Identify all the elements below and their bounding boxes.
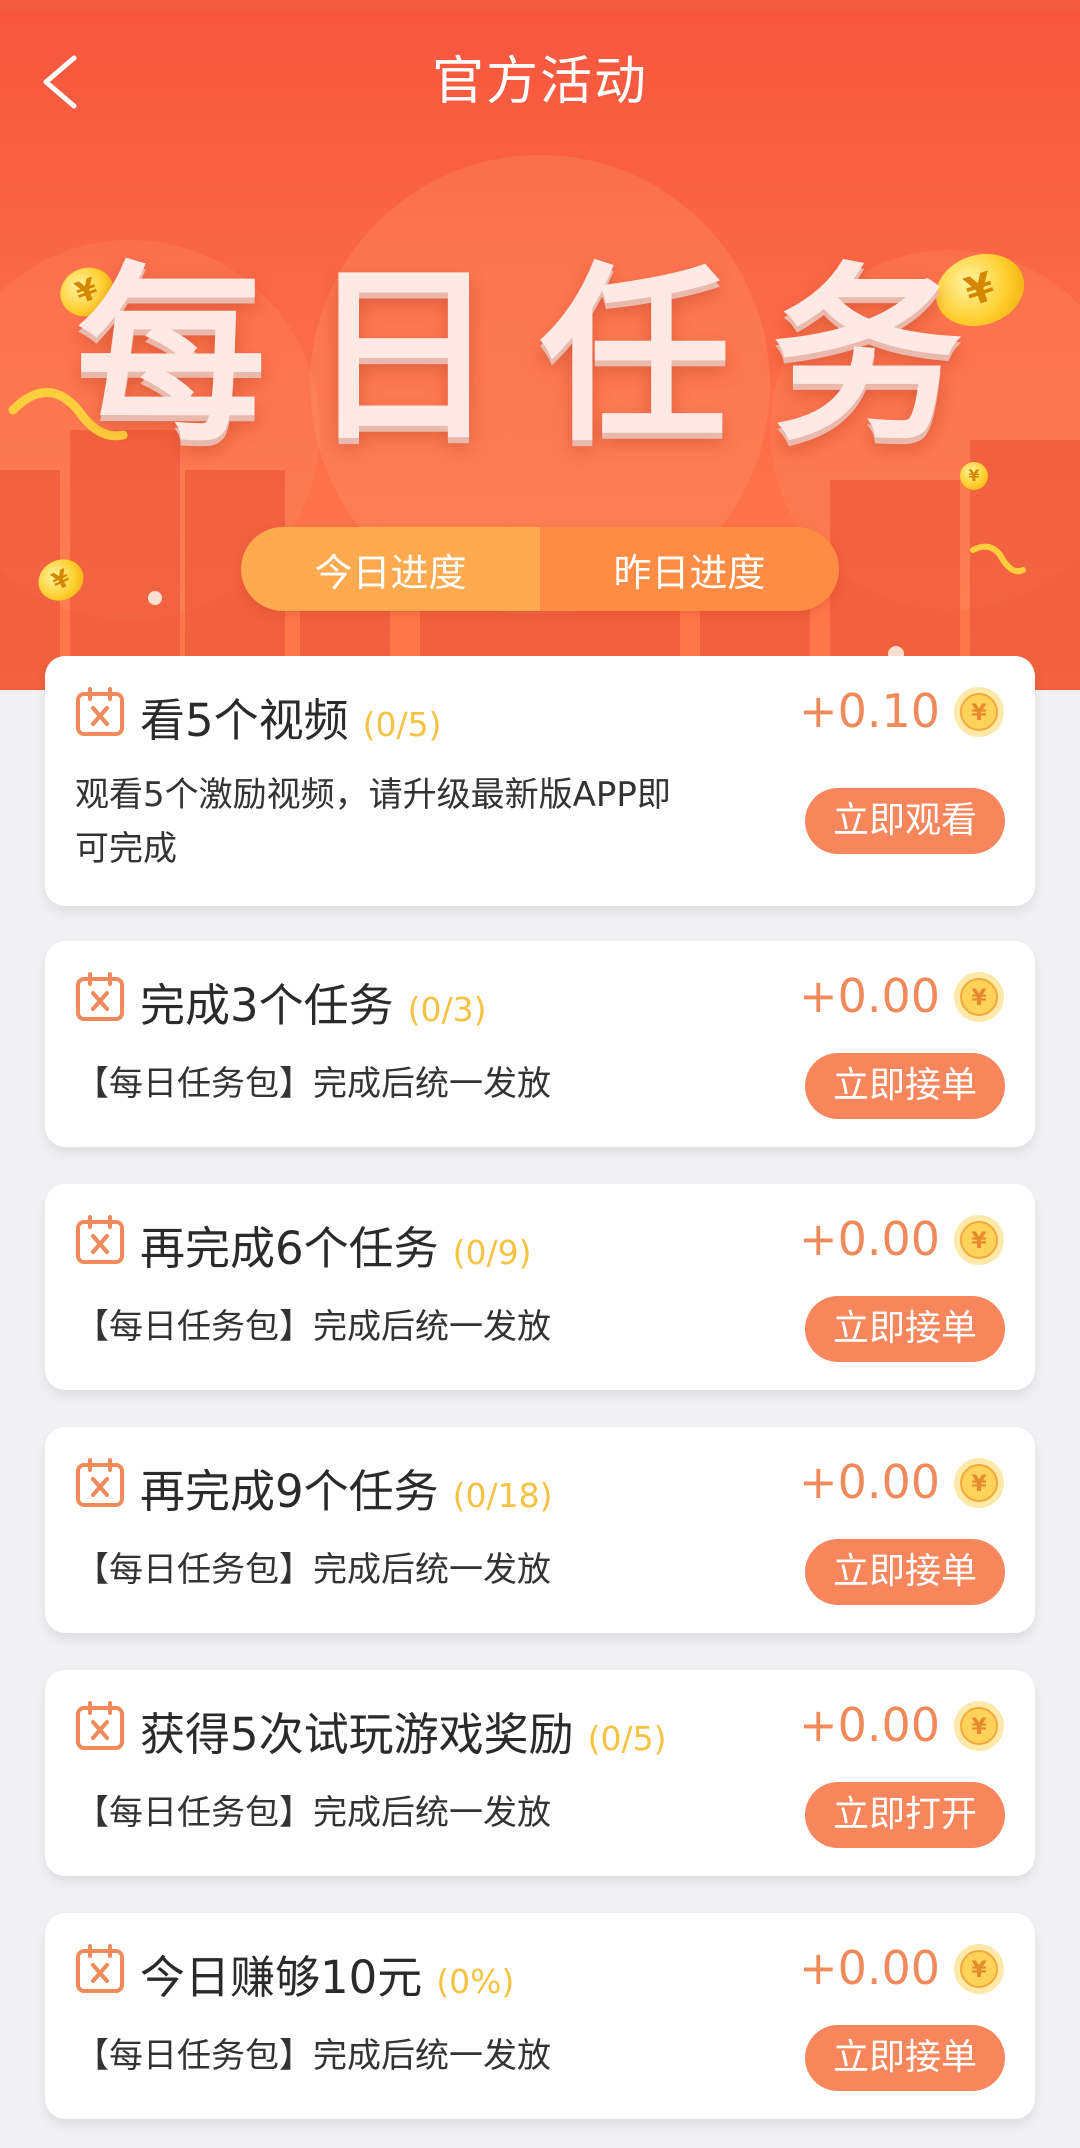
city-building	[70, 430, 180, 690]
task-reward: +0.00	[799, 1698, 940, 1752]
svg-text:¥: ¥	[971, 1229, 987, 1254]
task-description: 【每日任务包】完成后统一发放	[75, 1064, 551, 1104]
task-reward: +0.00	[799, 1941, 940, 1995]
accept-order-button[interactable]: 立即接单	[805, 2025, 1005, 2091]
hero-title: 每日任务	[75, 246, 1004, 467]
task-progress: (0%)	[436, 1962, 515, 2001]
task-name: 看5个视频 (0/5)	[140, 694, 442, 747]
open-now-button[interactable]: 立即打开	[805, 1782, 1005, 1848]
task-card-game-trial: 获得5次试玩游戏奖励 (0/5) +0.00 ¥ 【每日任务包】完成后统一发放 立…	[45, 1670, 1035, 1876]
svg-text:¥: ¥	[971, 701, 987, 726]
ribbon-decoration-icon	[970, 543, 1026, 575]
task-description: 【每日任务包】完成后统一发放	[75, 1550, 551, 1590]
task-card-complete-6: 再完成6个任务 (0/9) +0.00 ¥ 【每日任务包】完成后统一发放 立即接单	[45, 1184, 1035, 1390]
task-reward: +0.10	[799, 684, 940, 738]
task-card-complete-3: 完成3个任务 (0/3) +0.00 ¥ 【每日任务包】完成后统一发放 立即接单	[45, 941, 1035, 1147]
svg-text:¥: ¥	[971, 986, 987, 1011]
page-title: 官方活动	[431, 52, 648, 112]
yuan-coin-icon: ¥	[954, 687, 1004, 737]
watch-now-button[interactable]: 立即观看	[805, 788, 1005, 854]
svg-text:¥: ¥	[971, 1715, 987, 1740]
accept-order-button[interactable]: 立即接单	[805, 1539, 1005, 1605]
task-progress: (0/3)	[407, 990, 487, 1029]
calendar-x-icon	[76, 687, 124, 736]
calendar-x-icon	[76, 1215, 124, 1264]
sparkle-dot	[148, 591, 162, 605]
task-card-complete-9: 再完成9个任务 (0/18) +0.00 ¥ 【每日任务包】完成后统一发放 立即接…	[45, 1427, 1035, 1633]
task-progress: (0/5)	[362, 705, 442, 744]
banner: ¥ ¥ ¥ ¥ 官方活动 每日任务 今日进度 昨日进度	[0, 0, 1080, 690]
task-progress: (0/9)	[452, 1233, 532, 1272]
tab-today-progress[interactable]: 今日进度	[241, 527, 540, 611]
daily-tasks-page: ¥ ¥ ¥ ¥ 官方活动 每日任务 今日进度 昨日进度 看5个视频 (0/5) …	[0, 0, 1080, 2148]
task-card-watch-videos: 看5个视频 (0/5) +0.10 ¥ 观看5个激励视频，请升级最新版APP即 可…	[45, 656, 1035, 906]
tab-yesterday-progress[interactable]: 昨日进度	[540, 527, 839, 611]
task-description: 【每日任务包】完成后统一发放	[75, 2036, 551, 2076]
task-name: 获得5次试玩游戏奖励 (0/5)	[140, 1708, 667, 1761]
yuan-coin-icon: ¥	[954, 1458, 1004, 1508]
svg-text:¥: ¥	[971, 1958, 987, 1983]
yuan-coin-icon: ¥	[954, 1944, 1004, 1994]
yuan-coin-icon: ¥	[954, 1701, 1004, 1751]
task-reward: +0.00	[799, 969, 940, 1023]
task-progress: (0/18)	[452, 1476, 553, 1515]
progress-tabs: 今日进度 昨日进度	[241, 527, 839, 611]
calendar-x-icon	[76, 1944, 124, 1993]
task-progress: (0/5)	[587, 1719, 667, 1758]
task-description: 【每日任务包】完成后统一发放	[75, 1307, 551, 1347]
task-reward: +0.00	[799, 1212, 940, 1266]
yuan-coin-icon: ¥	[954, 972, 1004, 1022]
task-name: 完成3个任务 (0/3)	[140, 979, 487, 1032]
svg-text:¥: ¥	[971, 1472, 987, 1497]
accept-order-button[interactable]: 立即接单	[805, 1296, 1005, 1362]
task-description: 观看5个激励视频，请升级最新版APP即 可完成	[75, 768, 785, 876]
task-name: 今日赚够10元 (0%)	[140, 1951, 515, 2004]
task-reward: +0.00	[799, 1455, 940, 1509]
status-strip	[0, 0, 1080, 14]
calendar-x-icon	[76, 1458, 124, 1507]
task-description: 【每日任务包】完成后统一发放	[75, 1793, 551, 1833]
yuan-coin-icon: ¥	[954, 1215, 1004, 1265]
calendar-x-icon	[76, 972, 124, 1021]
task-name: 再完成6个任务 (0/9)	[140, 1222, 532, 1275]
task-card-earn-10: 今日赚够10元 (0%) +0.00 ¥ 【每日任务包】完成后统一发放 立即接单	[45, 1913, 1035, 2119]
task-description-line: 观看5个激励视频，请升级最新版APP即	[75, 775, 671, 815]
accept-order-button[interactable]: 立即接单	[805, 1053, 1005, 1119]
task-name: 再完成9个任务 (0/18)	[140, 1465, 553, 1518]
calendar-x-icon	[76, 1701, 124, 1750]
task-description-line: 可完成	[75, 829, 177, 869]
